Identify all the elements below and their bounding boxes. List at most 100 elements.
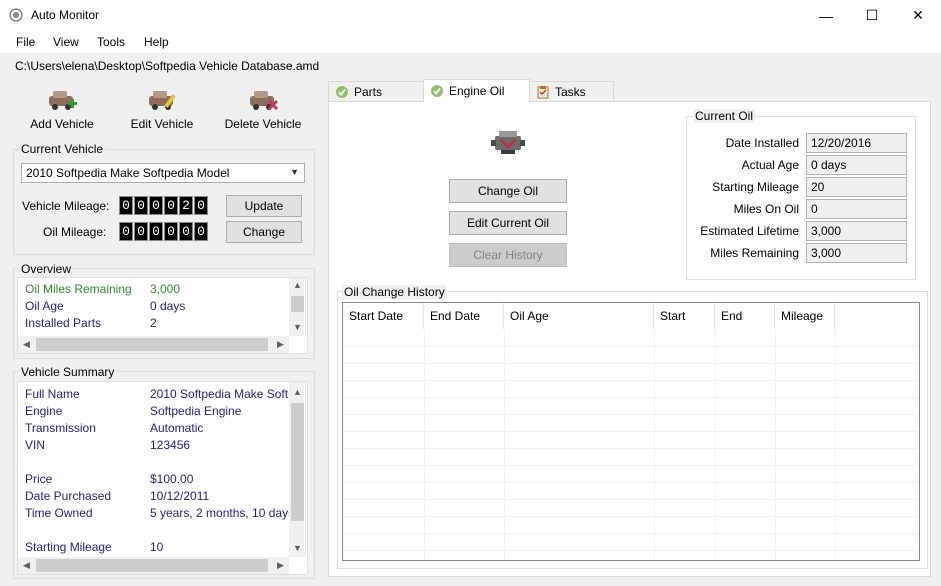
scrollbar-thumb[interactable]: [36, 338, 268, 351]
clipboard-icon: [537, 85, 549, 98]
scroll-down-icon[interactable]: ▼: [289, 322, 306, 332]
close-icon: ✕: [912, 7, 924, 23]
car-add-icon: [49, 91, 77, 110]
summary-value: 10/12/2011: [150, 489, 210, 503]
scroll-down-icon[interactable]: ▼: [289, 543, 306, 553]
clear-history-button[interactable]: Clear History: [449, 243, 567, 267]
close-button[interactable]: ✕: [895, 0, 941, 31]
table-row: [344, 550, 918, 551]
summary-value: Softpedia Engine: [150, 404, 242, 418]
check-icon: [431, 85, 443, 97]
scroll-right-icon[interactable]: ▶: [272, 560, 289, 571]
check-icon: [336, 85, 348, 98]
vehicle-summary-group-label: Vehicle Summary: [19, 365, 117, 379]
scroll-left-icon[interactable]: ◀: [18, 339, 35, 350]
oil-mileage-label: Oil Mileage:: [43, 225, 107, 239]
menu-bar: [0, 31, 941, 54]
table-row: [344, 431, 918, 432]
scrollbar-thumb[interactable]: [291, 403, 304, 521]
maximize-icon: ☐: [865, 7, 879, 23]
database-path: C:\Users\elena\Desktop\Softpedia Vehicle…: [15, 59, 320, 73]
date-installed-label: Date Installed: [725, 136, 799, 150]
summary-horizontal-scrollbar[interactable]: ◀ ▶: [18, 557, 289, 574]
menu-view[interactable]: View: [53, 35, 79, 49]
vehicle-select[interactable]: 2010 Softpedia Make Softpedia Model ▼: [21, 163, 305, 183]
summary-value: $100.00: [150, 472, 194, 486]
oil-change-history-group-label: Oil Change History: [342, 285, 447, 299]
column-header[interactable]: Mileage: [775, 303, 835, 329]
overview-vertical-scrollbar[interactable]: ▲ ▼: [289, 278, 306, 336]
edit-vehicle-button[interactable]: Edit Vehicle: [117, 88, 207, 134]
add-vehicle-button[interactable]: Add Vehicle: [17, 88, 107, 134]
digit: 0: [194, 222, 208, 241]
table-row: [344, 346, 918, 347]
overview-value: 2: [150, 316, 157, 330]
summary-key: Date Purchased: [25, 489, 112, 503]
oil-mileage-counter[interactable]: 0 0 0 0 0 0: [119, 222, 208, 241]
summary-value: 2010 Softpedia Make Softp...: [150, 387, 305, 401]
menu-help[interactable]: Help: [144, 35, 169, 49]
tab-parts-label: Parts: [354, 84, 383, 99]
miles-remaining-label: Miles Remaining: [710, 246, 799, 260]
table-row: [344, 380, 918, 381]
change-oil-button[interactable]: Change Oil: [449, 179, 567, 203]
current-oil-group-label: Current Oil: [693, 109, 756, 123]
tab-engine-oil-label: Engine Oil: [449, 84, 505, 98]
actual-age-field[interactable]: 0 days: [806, 155, 907, 175]
summary-value: 5 years, 2 months, 10 days: [150, 506, 295, 520]
scrollbar-thumb[interactable]: [291, 296, 304, 312]
column-header[interactable]: Start: [654, 303, 715, 329]
tab-tasks-label: Tasks: [555, 84, 586, 99]
column-header[interactable]: Oil Age: [504, 303, 654, 329]
table-row: [344, 414, 918, 415]
scroll-right-icon[interactable]: ▶: [272, 339, 289, 350]
menu-file[interactable]: File: [16, 35, 35, 49]
tab-tasks[interactable]: Tasks: [529, 81, 614, 101]
vehicle-summary-panel[interactable]: Full Name 2010 Softpedia Make Softp... E…: [17, 381, 308, 575]
starting-mileage-field[interactable]: 20: [806, 177, 907, 197]
minimize-button[interactable]: —: [803, 0, 849, 31]
delete-vehicle-button[interactable]: Delete Vehicle: [218, 88, 308, 134]
scroll-up-icon[interactable]: ▲: [289, 387, 306, 397]
edit-current-oil-button[interactable]: Edit Current Oil: [449, 211, 567, 235]
change-mileage-button[interactable]: Change: [226, 221, 302, 243]
table-row: [344, 465, 918, 466]
summary-key: Price: [25, 472, 53, 486]
table-row: [344, 499, 918, 500]
miles-on-oil-field[interactable]: 0: [806, 199, 907, 219]
digit: 0: [149, 222, 163, 241]
overview-group-label: Overview: [19, 262, 74, 276]
menu-tools[interactable]: Tools: [97, 35, 125, 49]
column-header[interactable]: End Date: [424, 303, 504, 329]
scroll-up-icon[interactable]: ▲: [289, 280, 306, 290]
vehicle-mileage-label: Vehicle Mileage:: [22, 199, 110, 213]
scrollbar-thumb[interactable]: [36, 559, 268, 572]
title-bar: Auto Monitor — ☐ ✕: [0, 0, 941, 31]
chevron-down-icon: ▼: [290, 167, 299, 177]
vehicle-mileage-counter[interactable]: 0 0 0 0 2 0: [119, 196, 208, 215]
summary-key: Engine: [25, 404, 63, 418]
column-header[interactable]: Start Date: [343, 303, 424, 329]
overview-key: Installed Parts: [25, 316, 102, 330]
overview-value: 0 days: [150, 299, 186, 313]
miles-remaining-field[interactable]: 3,000: [806, 243, 907, 263]
estimated-lifetime-field[interactable]: 3,000: [806, 221, 907, 241]
column-header[interactable]: End: [715, 303, 775, 329]
digit: 0: [134, 222, 148, 241]
gauge-icon: [9, 8, 23, 22]
digit: 0: [149, 196, 163, 215]
overview-panel[interactable]: Oil Miles Remaining 3,000 Oil Age 0 days…: [17, 277, 308, 354]
estimated-lifetime-label: Estimated Lifetime: [700, 224, 799, 238]
maximize-button[interactable]: ☐: [849, 0, 895, 31]
date-installed-field[interactable]: 12/20/2016: [806, 133, 907, 153]
scroll-left-icon[interactable]: ◀: [18, 560, 35, 571]
tab-parts[interactable]: Parts: [328, 81, 424, 101]
summary-key: Starting Mileage: [25, 540, 112, 554]
summary-value: Automatic: [150, 421, 204, 435]
summary-vertical-scrollbar[interactable]: ▲ ▼: [289, 382, 306, 557]
summary-key: Transmission: [25, 421, 96, 435]
tab-engine-oil[interactable]: Engine Oil: [423, 79, 530, 102]
oil-change-history-table[interactable]: Start Date End Date Oil Age Start End Mi…: [342, 302, 920, 561]
update-button[interactable]: Update: [226, 195, 302, 217]
overview-horizontal-scrollbar[interactable]: ◀ ▶: [18, 336, 289, 353]
